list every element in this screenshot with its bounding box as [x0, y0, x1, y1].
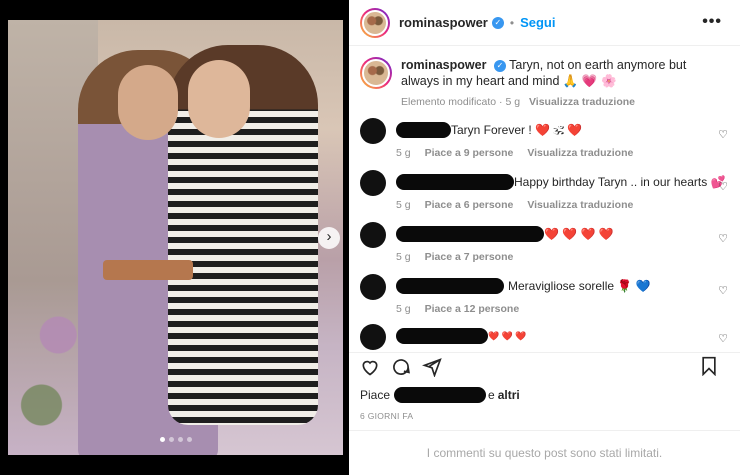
verified-badge-icon: ✓ [493, 59, 506, 72]
post-actions: Piace e altri 6 GIORNI FA [349, 352, 740, 421]
like-comment-icon[interactable]: ♡ [718, 284, 728, 297]
comment-translate-link[interactable]: Visualizza traduzione [527, 199, 633, 211]
carousel-dot [187, 437, 192, 442]
author-avatar[interactable] [360, 7, 390, 38]
carousel-dot [160, 437, 165, 442]
post-sidebar: rominaspower ✓ • Segui ••• rominaspower … [349, 0, 740, 475]
likes-others-link[interactable]: altri [498, 388, 520, 402]
caption-translate-link[interactable]: Visualizza traduzione [529, 96, 635, 108]
like-comment-icon[interactable]: ♡ [718, 180, 728, 193]
comment-item: Taryn Forever ! ❤️ 🕉 ❤️ 5 g Piace a 9 per… [360, 118, 633, 159]
post-date[interactable]: 6 GIORNI FA [360, 411, 729, 421]
redacted-username [396, 328, 488, 344]
follow-button[interactable]: Segui [520, 15, 555, 30]
caption-username[interactable]: rominaspower [401, 58, 486, 72]
comment-likes[interactable]: Piace a 9 persone [425, 147, 514, 159]
verified-badge-icon: ✓ [491, 16, 504, 29]
comment-avatar[interactable] [360, 222, 386, 248]
comment-time: 5 g [396, 251, 411, 263]
redacted-username [396, 226, 544, 242]
like-comment-icon[interactable]: ♡ [718, 128, 728, 141]
photo-face-left [118, 65, 178, 140]
redacted-username [396, 122, 451, 138]
more-options-icon[interactable]: ••• [702, 13, 722, 31]
like-comment-icon[interactable]: ♡ [718, 332, 728, 345]
comment-item: ❤️ ❤️ ❤️ [360, 324, 527, 350]
post-header: rominaspower ✓ • Segui ••• [349, 0, 740, 46]
caption-avatar[interactable] [360, 57, 392, 89]
comment-text: Happy birthday Taryn .. in our hearts 💕 [514, 175, 726, 189]
photo-face-right [188, 60, 250, 138]
comment-item: Meravigliose sorelle 🌹 💙 5 g Piace a 12 p… [360, 274, 651, 315]
comment-item: Happy birthday Taryn .. in our hearts 💕 … [360, 170, 726, 211]
comment-text: ❤️ ❤️ ❤️ [488, 330, 527, 341]
comment-text: Taryn Forever ! ❤️ 🕉 ❤️ [451, 122, 583, 137]
instagram-post-window: › rominaspower ✓ • Segui ••• rominaspowe… [0, 0, 740, 475]
bookmark-icon[interactable] [700, 356, 718, 376]
comment-time: 5 g [396, 147, 411, 159]
carousel-next-button[interactable]: › [318, 227, 340, 249]
post-caption: rominaspower ✓ Taryn, not on earth anymo… [360, 57, 721, 108]
caption-meta: Elemento modificato · 5 g [401, 96, 521, 108]
comment-likes[interactable]: Piace a 7 persone [425, 251, 514, 263]
post-media: › [0, 0, 349, 475]
comment-avatar[interactable] [360, 274, 386, 300]
likes-suffix: e [488, 388, 495, 402]
comment-item: ❤️ ❤️ ❤️ ❤️ 5 g Piace a 7 persone [360, 222, 614, 263]
comment-translate-link[interactable]: Visualizza traduzione [527, 147, 633, 159]
comment-time: 5 g [396, 303, 411, 315]
like-comment-icon[interactable]: ♡ [718, 232, 728, 245]
carousel-dot [178, 437, 183, 442]
comment-text: ❤️ ❤️ ❤️ ❤️ [544, 227, 614, 241]
post-photo[interactable] [8, 20, 343, 455]
comment-text: Meravigliose sorelle 🌹 💙 [508, 279, 651, 293]
chevron-right-icon: › [326, 228, 332, 245]
separator-dot: • [509, 15, 515, 30]
comment-icon[interactable] [391, 357, 411, 377]
comment-avatar[interactable] [360, 118, 386, 144]
carousel-dots [160, 437, 192, 442]
comment-likes[interactable]: Piace a 6 persone [425, 199, 514, 211]
comments-limited-notice: I commenti su questo post sono stati lim… [349, 430, 740, 475]
author-username[interactable]: rominaspower [399, 15, 488, 30]
redacted-username [394, 387, 487, 403]
comment-time: 5 g [396, 199, 411, 211]
redacted-username [396, 174, 514, 190]
redacted-username [396, 278, 504, 294]
comment-likes[interactable]: Piace a 12 persone [425, 303, 520, 315]
heart-icon[interactable] [360, 357, 380, 377]
photo-belt [103, 260, 193, 280]
share-icon[interactable] [422, 357, 442, 377]
carousel-dot [169, 437, 174, 442]
likes-prefix: Piace [360, 388, 391, 402]
comment-avatar[interactable] [360, 170, 386, 196]
comment-avatar[interactable] [360, 324, 386, 350]
post-likes[interactable]: Piace e altri [360, 387, 729, 403]
